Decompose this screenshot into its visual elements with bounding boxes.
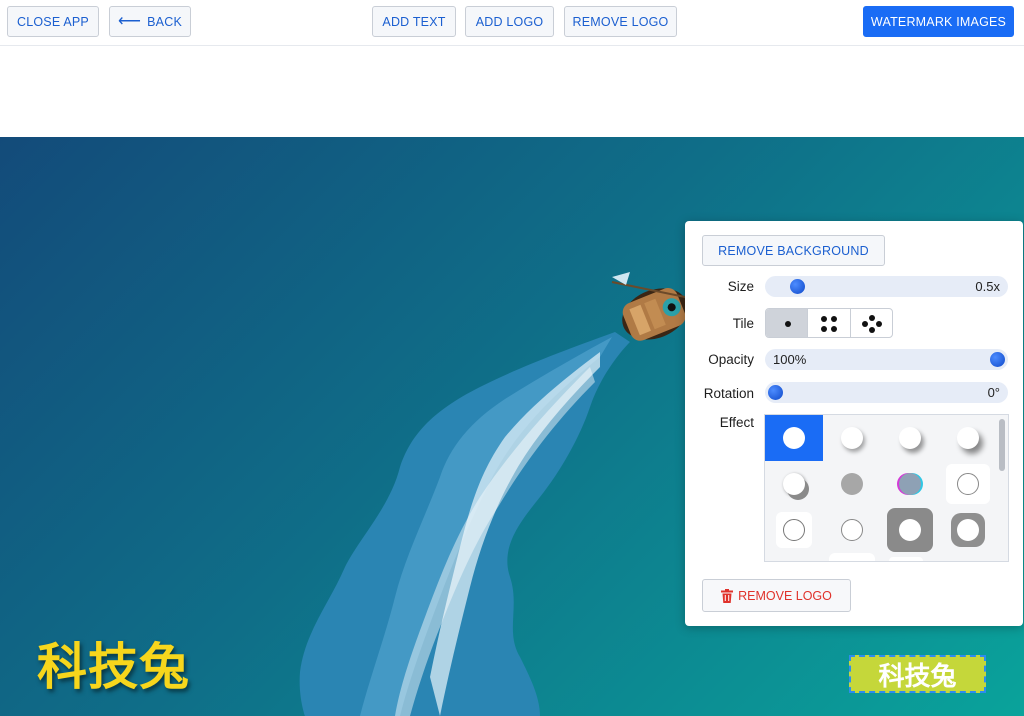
text-watermark[interactable]: 科技兔 (37, 627, 190, 699)
tile-selector[interactable] (765, 308, 893, 338)
back-label: BACK (147, 14, 182, 29)
effect-thick-ring[interactable] (939, 507, 997, 553)
watermark-images-label: WATERMARK IMAGES (870, 14, 1007, 29)
close-app-button[interactable]: CLOSE APP (7, 6, 99, 37)
add-text-label: ADD TEXT (382, 14, 446, 29)
rotation-label: Rotation (703, 386, 754, 401)
tile-four-grid-option[interactable] (808, 309, 851, 337)
rotation-slider[interactable]: 0° (765, 382, 1008, 403)
rotation-value: 0° (987, 385, 1000, 400)
close-app-label: CLOSE APP (17, 14, 89, 29)
size-value: 0.5x (975, 279, 1000, 294)
size-slider[interactable]: 0.5x (765, 276, 1008, 297)
effect-dark-frame[interactable] (881, 507, 939, 553)
panel-remove-logo-button[interactable]: REMOVE LOGO (702, 579, 851, 612)
rotation-slider-thumb[interactable] (768, 385, 783, 400)
effect-outline-box[interactable] (939, 461, 997, 507)
remove-logo-label: REMOVE LOGO (572, 14, 669, 29)
panel-remove-logo-label: REMOVE LOGO (738, 588, 832, 603)
effect-shadow-medium[interactable] (881, 415, 939, 461)
effect-partial-item (829, 553, 875, 561)
logo-watermark[interactable]: 科技兔 (849, 655, 986, 693)
size-slider-thumb[interactable] (790, 279, 806, 294)
effect-grid-scrollbar[interactable] (999, 419, 1005, 471)
effect-drop-shadow[interactable] (765, 461, 823, 507)
opacity-slider-thumb[interactable] (990, 352, 1005, 367)
tile-single-option[interactable] (766, 309, 809, 337)
remove-background-label: REMOVE BACKGROUND (718, 243, 869, 258)
opacity-label: Opacity (708, 352, 754, 367)
watermark-images-button[interactable]: WATERMARK IMAGES (863, 6, 1014, 37)
add-logo-button[interactable]: ADD LOGO (465, 6, 554, 37)
effect-chromatic[interactable] (881, 461, 939, 507)
remove-background-button[interactable]: REMOVE BACKGROUND (702, 235, 885, 266)
effect-grid (764, 414, 1009, 562)
effect-none[interactable] (765, 415, 823, 461)
trash-icon (721, 588, 734, 603)
tile-label: Tile (732, 316, 754, 331)
single-dot-icon (785, 321, 791, 327)
remove-logo-button[interactable]: REMOVE LOGO (564, 6, 677, 37)
logo-watermark-text: 科技兔 (878, 661, 957, 692)
effect-outline-thin[interactable] (765, 507, 823, 553)
effect-partial-item (889, 557, 923, 561)
effect-grayscale[interactable] (823, 461, 881, 507)
size-label: Size (727, 279, 754, 294)
opacity-value: 100% (773, 352, 807, 367)
add-text-button[interactable]: ADD TEXT (372, 6, 456, 37)
effect-shadow-soft[interactable] (823, 415, 881, 461)
add-logo-label: ADD LOGO (475, 14, 544, 29)
back-arrow-icon: ⟵ (118, 12, 142, 30)
opacity-slider[interactable]: 100% (765, 349, 1008, 370)
top-toolbar: CLOSE APP ⟵ BACK ADD TEXT ADD LOGO REMOV… (0, 0, 1024, 46)
effect-outline-light[interactable] (823, 507, 881, 553)
effect-label: Effect (719, 415, 754, 430)
tile-five-dot-option[interactable] (851, 309, 892, 337)
back-button[interactable]: ⟵ BACK (109, 6, 191, 37)
effect-shadow-strong[interactable] (939, 415, 997, 461)
